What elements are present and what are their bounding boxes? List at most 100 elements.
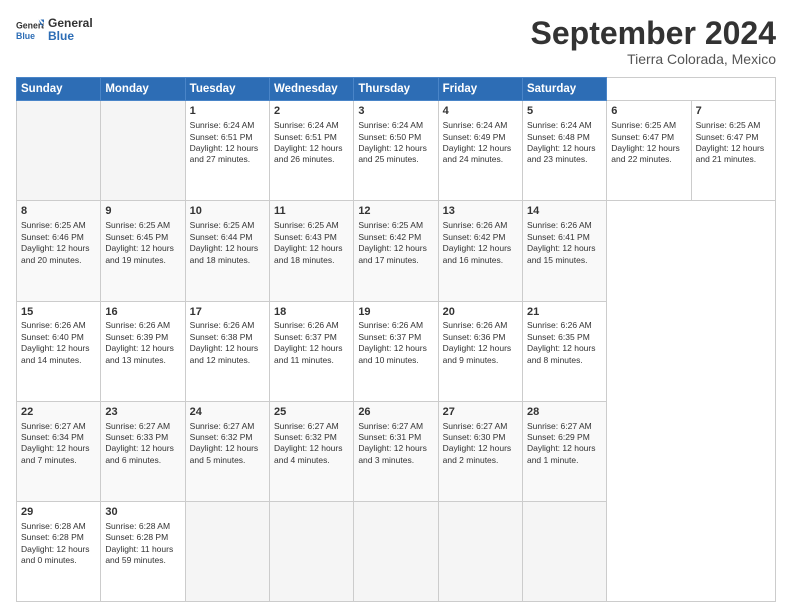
- weekday-header-row: SundayMondayTuesdayWednesdayThursdayFrid…: [17, 78, 776, 101]
- sunrise-text: Sunrise: 6:27 AM: [105, 421, 170, 431]
- calendar-cell: 6Sunrise: 6:25 AMSunset: 6:47 PMDaylight…: [607, 101, 691, 201]
- calendar-cell: 16Sunrise: 6:26 AMSunset: 6:39 PMDayligh…: [101, 301, 185, 401]
- sunrise-text: Sunrise: 6:26 AM: [527, 220, 592, 230]
- sunset-text: Sunset: 6:40 PM: [21, 332, 84, 342]
- empty-cell: [17, 101, 101, 201]
- daylight-text: Daylight: 12 hours and 17 minutes.: [358, 243, 427, 264]
- daylight-text: Daylight: 12 hours and 3 minutes.: [358, 443, 427, 464]
- calendar-cell: 18Sunrise: 6:26 AMSunset: 6:37 PMDayligh…: [269, 301, 353, 401]
- svg-text:Blue: Blue: [16, 31, 35, 41]
- calendar-cell: 9Sunrise: 6:25 AMSunset: 6:45 PMDaylight…: [101, 201, 185, 301]
- sunset-text: Sunset: 6:47 PM: [611, 132, 674, 142]
- calendar-cell: [354, 501, 438, 601]
- sunrise-text: Sunrise: 6:27 AM: [274, 421, 339, 431]
- day-number: 4: [443, 104, 518, 119]
- daylight-text: Daylight: 12 hours and 9 minutes.: [443, 343, 512, 364]
- sunrise-text: Sunrise: 6:24 AM: [358, 120, 423, 130]
- day-number: 7: [696, 104, 771, 119]
- sunrise-text: Sunrise: 6:27 AM: [190, 421, 255, 431]
- location-subtitle: Tierra Colorada, Mexico: [531, 51, 776, 67]
- calendar-cell: 27Sunrise: 6:27 AMSunset: 6:30 PMDayligh…: [438, 401, 522, 501]
- daylight-text: Daylight: 12 hours and 10 minutes.: [358, 343, 427, 364]
- sunrise-text: Sunrise: 6:25 AM: [696, 120, 761, 130]
- calendar-cell: 23Sunrise: 6:27 AMSunset: 6:33 PMDayligh…: [101, 401, 185, 501]
- day-number: 27: [443, 405, 518, 420]
- calendar-cell: 29Sunrise: 6:28 AMSunset: 6:28 PMDayligh…: [17, 501, 101, 601]
- daylight-text: Daylight: 12 hours and 23 minutes.: [527, 143, 596, 164]
- sunset-text: Sunset: 6:33 PM: [105, 432, 168, 442]
- calendar-cell: 21Sunrise: 6:26 AMSunset: 6:35 PMDayligh…: [522, 301, 606, 401]
- weekday-monday: Monday: [101, 78, 185, 101]
- sunrise-text: Sunrise: 6:24 AM: [274, 120, 339, 130]
- sunset-text: Sunset: 6:38 PM: [190, 332, 253, 342]
- weekday-tuesday: Tuesday: [185, 78, 269, 101]
- sunrise-text: Sunrise: 6:25 AM: [21, 220, 86, 230]
- sunset-text: Sunset: 6:30 PM: [443, 432, 506, 442]
- calendar-cell: 5Sunrise: 6:24 AMSunset: 6:48 PMDaylight…: [522, 101, 606, 201]
- daylight-text: Daylight: 11 hours and 59 minutes.: [105, 544, 173, 565]
- sunset-text: Sunset: 6:29 PM: [527, 432, 590, 442]
- daylight-text: Daylight: 12 hours and 16 minutes.: [443, 243, 512, 264]
- day-number: 23: [105, 405, 180, 420]
- logo-blue: Blue: [48, 30, 93, 43]
- title-block: September 2024 Tierra Colorada, Mexico: [531, 16, 776, 67]
- calendar-cell: [185, 501, 269, 601]
- sunset-text: Sunset: 6:49 PM: [443, 132, 506, 142]
- day-number: 2: [274, 104, 349, 119]
- calendar-cell: 24Sunrise: 6:27 AMSunset: 6:32 PMDayligh…: [185, 401, 269, 501]
- day-number: 3: [358, 104, 433, 119]
- header: General Blue General Blue September 2024…: [16, 16, 776, 67]
- daylight-text: Daylight: 12 hours and 1 minute.: [527, 443, 596, 464]
- calendar-cell: 28Sunrise: 6:27 AMSunset: 6:29 PMDayligh…: [522, 401, 606, 501]
- calendar-cell: 13Sunrise: 6:26 AMSunset: 6:42 PMDayligh…: [438, 201, 522, 301]
- calendar-cell: 7Sunrise: 6:25 AMSunset: 6:47 PMDaylight…: [691, 101, 775, 201]
- day-number: 26: [358, 405, 433, 420]
- sunrise-text: Sunrise: 6:24 AM: [443, 120, 508, 130]
- weekday-saturday: Saturday: [522, 78, 606, 101]
- day-number: 14: [527, 204, 602, 219]
- calendar-cell: 30Sunrise: 6:28 AMSunset: 6:28 PMDayligh…: [101, 501, 185, 601]
- sunset-text: Sunset: 6:36 PM: [443, 332, 506, 342]
- logo-icon: General Blue: [16, 16, 44, 44]
- daylight-text: Daylight: 12 hours and 5 minutes.: [190, 443, 259, 464]
- day-number: 8: [21, 204, 96, 219]
- daylight-text: Daylight: 12 hours and 26 minutes.: [274, 143, 343, 164]
- daylight-text: Daylight: 12 hours and 12 minutes.: [190, 343, 259, 364]
- sunset-text: Sunset: 6:32 PM: [274, 432, 337, 442]
- sunset-text: Sunset: 6:37 PM: [274, 332, 337, 342]
- sunrise-text: Sunrise: 6:27 AM: [21, 421, 86, 431]
- sunset-text: Sunset: 6:48 PM: [527, 132, 590, 142]
- weekday-friday: Friday: [438, 78, 522, 101]
- sunset-text: Sunset: 6:28 PM: [105, 532, 168, 542]
- sunrise-text: Sunrise: 6:27 AM: [527, 421, 592, 431]
- sunset-text: Sunset: 6:34 PM: [21, 432, 84, 442]
- daylight-text: Daylight: 12 hours and 6 minutes.: [105, 443, 174, 464]
- week-row-3: 22Sunrise: 6:27 AMSunset: 6:34 PMDayligh…: [17, 401, 776, 501]
- sunrise-text: Sunrise: 6:26 AM: [274, 320, 339, 330]
- day-number: 22: [21, 405, 96, 420]
- calendar-cell: 11Sunrise: 6:25 AMSunset: 6:43 PMDayligh…: [269, 201, 353, 301]
- daylight-text: Daylight: 12 hours and 18 minutes.: [190, 243, 259, 264]
- sunrise-text: Sunrise: 6:26 AM: [527, 320, 592, 330]
- daylight-text: Daylight: 12 hours and 21 minutes.: [696, 143, 765, 164]
- day-number: 29: [21, 505, 96, 520]
- daylight-text: Daylight: 12 hours and 19 minutes.: [105, 243, 174, 264]
- calendar-cell: 17Sunrise: 6:26 AMSunset: 6:38 PMDayligh…: [185, 301, 269, 401]
- sunrise-text: Sunrise: 6:24 AM: [190, 120, 255, 130]
- daylight-text: Daylight: 12 hours and 0 minutes.: [21, 544, 90, 565]
- calendar-cell: [269, 501, 353, 601]
- calendar-cell: 26Sunrise: 6:27 AMSunset: 6:31 PMDayligh…: [354, 401, 438, 501]
- sunrise-text: Sunrise: 6:27 AM: [443, 421, 508, 431]
- daylight-text: Daylight: 12 hours and 7 minutes.: [21, 443, 90, 464]
- sunset-text: Sunset: 6:28 PM: [21, 532, 84, 542]
- sunset-text: Sunset: 6:46 PM: [21, 232, 84, 242]
- daylight-text: Daylight: 12 hours and 18 minutes.: [274, 243, 343, 264]
- sunset-text: Sunset: 6:51 PM: [190, 132, 253, 142]
- sunrise-text: Sunrise: 6:25 AM: [274, 220, 339, 230]
- calendar-body: 1Sunrise: 6:24 AMSunset: 6:51 PMDaylight…: [17, 101, 776, 602]
- calendar-cell: 2Sunrise: 6:24 AMSunset: 6:51 PMDaylight…: [269, 101, 353, 201]
- sunrise-text: Sunrise: 6:26 AM: [443, 320, 508, 330]
- day-number: 11: [274, 204, 349, 219]
- day-number: 6: [611, 104, 686, 119]
- sunrise-text: Sunrise: 6:28 AM: [105, 521, 170, 531]
